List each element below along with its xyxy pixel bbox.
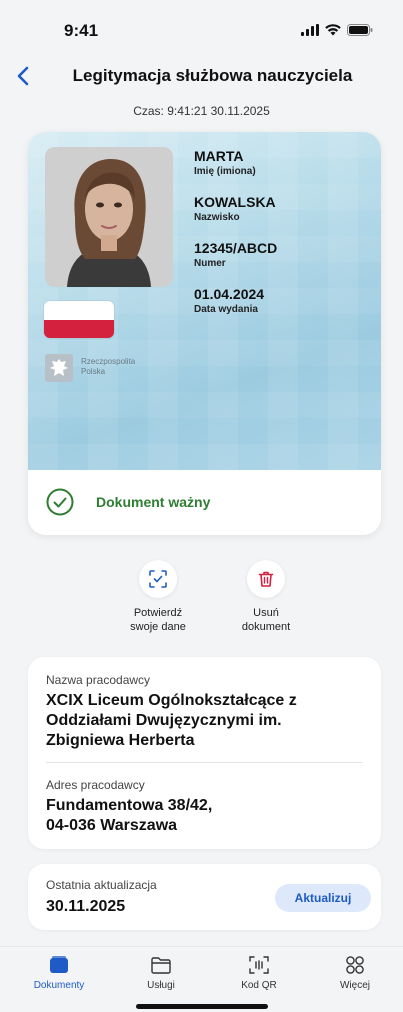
update-label: Ostatnia aktualizacja — [46, 878, 157, 892]
tab-qr-code[interactable]: Kod QR — [224, 953, 294, 991]
action-label: Usuń dokument — [241, 607, 291, 633]
employer-name-value: XCIX Liceum Ogólnokształcące z Oddziałam… — [46, 692, 297, 749]
status-time: 9:41 — [64, 21, 99, 40]
employer-address-section: Adres pracodawcy Fundamentowa 38/42, 04-… — [46, 778, 363, 836]
action-circle — [247, 560, 285, 598]
folder-icon — [151, 957, 171, 974]
update-panel: Ostatnia aktualizacja 30.11.2025 Aktuali… — [28, 864, 381, 930]
tab-documents[interactable]: Dokumenty — [24, 953, 94, 991]
action-circle — [139, 560, 177, 598]
first-name-label: Imię (imiona) — [194, 166, 256, 177]
nav-header: Legitymacja służbowa nauczyciela — [0, 60, 403, 92]
update-section: Ostatnia aktualizacja 30.11.2025 — [46, 878, 157, 917]
number-field: 12345/ABCD Numer — [194, 240, 277, 269]
portrait-image — [45, 147, 173, 287]
tab-more[interactable]: Więcej — [320, 953, 390, 991]
issue-date-label: Data wydania — [194, 304, 258, 315]
wallet-icon — [50, 956, 68, 973]
last-name-value: KOWALSKA — [194, 194, 276, 210]
page-title: Legitymacja służbowa nauczyciela — [72, 66, 353, 85]
home-indicator — [136, 1004, 268, 1009]
number-label: Numer — [194, 258, 226, 269]
qr-scan-icon — [249, 956, 269, 974]
employer-name-label: Nazwa pracodawcy — [46, 673, 151, 687]
polish-flag — [44, 301, 114, 338]
last-name-label: Nazwisko — [194, 212, 240, 223]
status-text: Dokument ważny — [96, 494, 211, 510]
employer-address-line1: Fundamentowa 38/42, — [46, 797, 213, 814]
eagle-emblem-icon — [45, 354, 73, 382]
scan-check-icon — [149, 570, 167, 588]
update-date: 30.11.2025 — [46, 898, 126, 915]
tab-label: Dokumenty — [33, 980, 85, 991]
delete-document-button[interactable]: Usuń dokument — [218, 560, 314, 634]
wifi-icon — [325, 24, 341, 36]
status-bar: 9:41 — [0, 0, 403, 54]
document-status: Dokument ważny — [28, 470, 381, 535]
trash-icon — [258, 571, 274, 587]
tab-label: Więcej — [339, 980, 370, 991]
battery-icon — [347, 24, 373, 36]
tab-services[interactable]: Usługi — [126, 953, 196, 991]
first-name-field: MARTA Imię (imiona) — [194, 148, 256, 177]
last-name-field: KOWALSKA Nazwisko — [194, 194, 276, 223]
number-value: 12345/ABCD — [194, 240, 278, 256]
emblem-text: Rzeczpospolita Polska — [81, 357, 136, 376]
tab-bar: Dokumenty Usługi Kod QR Więcej — [0, 946, 403, 1012]
issue-date-field: 01.04.2024 Data wydania — [194, 286, 264, 315]
tab-label: Usługi — [147, 980, 175, 991]
id-card[interactable]: Rzeczpospolita Polska MARTA Imię (imiona… — [28, 132, 381, 535]
employer-panel: Nazwa pracodawcy XCIX Liceum Ogólnokszta… — [28, 657, 381, 849]
id-photo — [45, 147, 173, 287]
divider — [46, 762, 363, 763]
employer-address-label: Adres pracodawcy — [46, 778, 145, 792]
confirm-data-button[interactable]: Potwierdź swoje dane — [110, 560, 206, 634]
tab-label: Kod QR — [241, 980, 277, 991]
issue-date-value: 01.04.2024 — [194, 286, 265, 302]
card-face: Rzeczpospolita Polska MARTA Imię (imiona… — [28, 132, 381, 470]
first-name-value: MARTA — [194, 148, 244, 164]
status-icons — [301, 24, 373, 36]
signal-icon — [301, 24, 319, 36]
employer-address-line2: 04-036 Warszawa — [46, 817, 178, 834]
grid-icon — [346, 956, 364, 974]
action-label: Potwierdź swoje dane — [130, 607, 186, 633]
update-button[interactable]: Aktualizuj — [275, 884, 371, 912]
timestamp: Czas: 9:41:21 30.11.2025 — [133, 104, 270, 118]
employer-name-section: Nazwa pracodawcy XCIX Liceum Ogólnokszta… — [46, 673, 363, 751]
check-circle-icon — [46, 488, 74, 516]
